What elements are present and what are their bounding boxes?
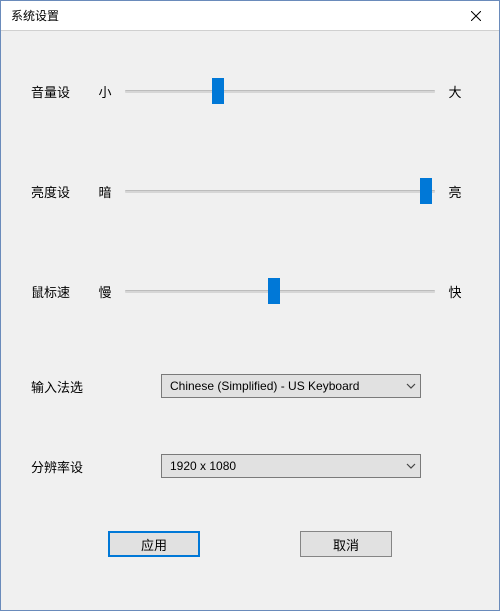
resolution-select[interactable]: 1920 x 1080 — [161, 454, 421, 478]
settings-window: 系统设置 音量设 小 大 亮度设 暗 亮 — [0, 0, 500, 611]
volume-max-label: 大 — [441, 82, 469, 101]
chevron-down-icon — [406, 463, 416, 469]
mouse-max-label: 快 — [441, 282, 469, 301]
window-title: 系统设置 — [11, 7, 59, 24]
cancel-button-label: 取消 — [333, 535, 359, 554]
brightness-min-label: 暗 — [91, 182, 119, 201]
slider-track — [125, 290, 435, 293]
mouse-min-label: 慢 — [91, 282, 119, 301]
content-area: 音量设 小 大 亮度设 暗 亮 鼠标速 慢 快 — [1, 31, 499, 557]
brightness-label: 亮度设 — [31, 182, 91, 201]
volume-label: 音量设 — [31, 82, 91, 101]
ime-label: 输入法选 — [31, 377, 161, 396]
resolution-label: 分辨率设 — [31, 457, 161, 476]
volume-slider-thumb[interactable] — [212, 78, 224, 104]
resolution-row: 分辨率设 1920 x 1080 — [31, 451, 469, 481]
apply-button-label: 应用 — [141, 535, 167, 554]
slider-track — [125, 190, 435, 193]
slider-track — [125, 90, 435, 93]
mouse-row: 鼠标速 慢 快 — [31, 271, 469, 311]
ime-select[interactable]: Chinese (Simplified) - US Keyboard — [161, 374, 421, 398]
brightness-row: 亮度设 暗 亮 — [31, 171, 469, 211]
close-button[interactable] — [453, 1, 499, 31]
apply-button[interactable]: 应用 — [108, 531, 200, 557]
button-row: 应用 取消 — [31, 531, 469, 557]
brightness-slider[interactable] — [125, 177, 435, 205]
volume-row: 音量设 小 大 — [31, 71, 469, 111]
close-icon — [471, 11, 481, 21]
mouse-slider[interactable] — [125, 277, 435, 305]
volume-min-label: 小 — [91, 82, 119, 101]
volume-slider[interactable] — [125, 77, 435, 105]
ime-select-value: Chinese (Simplified) - US Keyboard — [170, 379, 359, 393]
cancel-button[interactable]: 取消 — [300, 531, 392, 557]
resolution-select-value: 1920 x 1080 — [170, 459, 236, 473]
brightness-max-label: 亮 — [441, 182, 469, 201]
mouse-slider-thumb[interactable] — [268, 278, 280, 304]
mouse-label: 鼠标速 — [31, 282, 91, 301]
ime-row: 输入法选 Chinese (Simplified) - US Keyboard — [31, 371, 469, 401]
titlebar: 系统设置 — [1, 1, 499, 31]
brightness-slider-thumb[interactable] — [420, 178, 432, 204]
chevron-down-icon — [406, 383, 416, 389]
